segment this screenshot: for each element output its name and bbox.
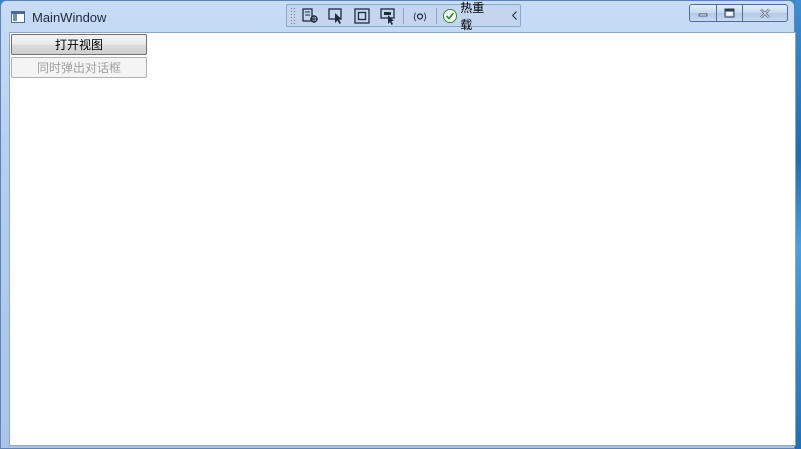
show-dialog-button[interactable]: 同时弹出对话框 [11,57,147,78]
caption-buttons [689,4,788,22]
close-icon [760,8,770,18]
display-layout-adorner-icon[interactable] [352,6,372,25]
pointer-select-icon[interactable] [326,6,346,25]
title-bar[interactable]: MainWindow () 热重载 [1,1,794,33]
svg-text:): ) [423,12,427,23]
window-client-area: 打开视图 同时弹出对话框 [9,32,796,446]
maximize-icon [724,8,735,18]
window-title: MainWindow [32,10,107,25]
toolbar-grip-handle[interactable] [290,7,296,24]
track-focus-icon[interactable] [378,6,398,25]
minimize-icon [698,13,708,17]
toolbar-separator [403,7,405,24]
check-circle-icon [443,8,458,23]
chevron-left-icon[interactable] [510,10,520,22]
window-app-icon[interactable] [11,11,25,23]
close-button[interactable] [742,4,788,22]
maximize-button[interactable] [716,4,742,22]
open-view-button[interactable]: 打开视图 [11,34,147,55]
xaml-debug-toolbar: () 热重载 [286,1,521,32]
svg-text:(: ( [413,12,417,23]
select-element-icon[interactable] [300,6,320,25]
binding-failures-icon[interactable]: () [410,6,430,25]
minimize-button[interactable] [689,4,716,22]
toolbar-separator [436,7,438,24]
hot-reload-status[interactable]: 热重载 [443,0,496,33]
main-window: MainWindow () 热重载 打开视图 同时弹出对话框 [0,0,796,449]
hot-reload-label: 热重载 [460,0,485,32]
